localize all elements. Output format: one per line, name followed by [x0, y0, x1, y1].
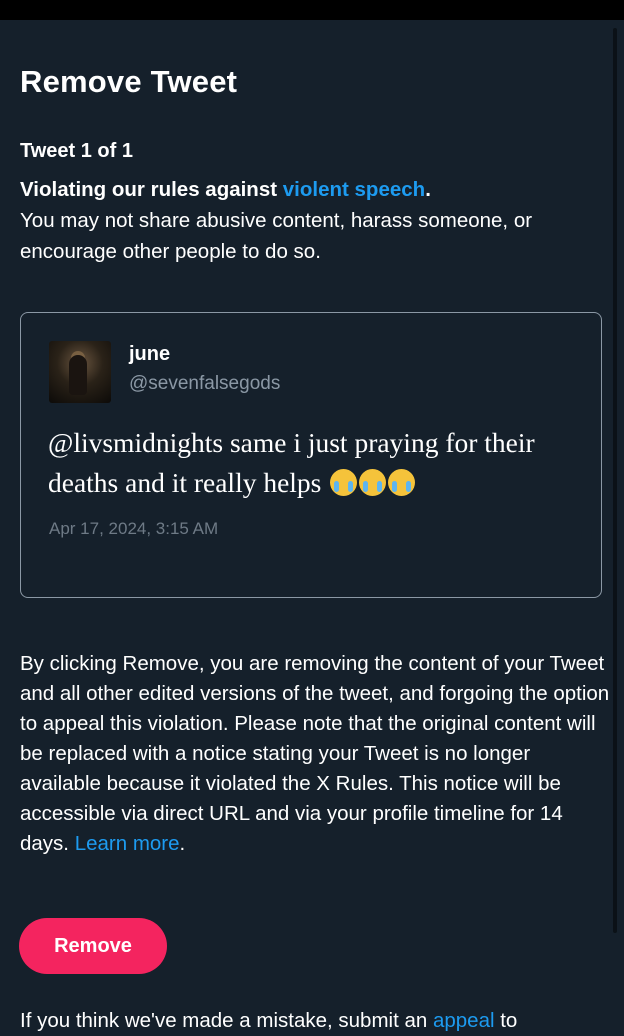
- learn-more-link[interactable]: Learn more: [75, 832, 180, 855]
- violation-suffix: .: [425, 178, 431, 201]
- violation-detail: You may not share abusive content, haras…: [20, 209, 533, 263]
- appeal-suffix: to: [494, 1009, 518, 1032]
- loudly-crying-face-icon: [359, 469, 387, 496]
- removal-disclaimer: By clicking Remove, you are removing the…: [20, 649, 610, 859]
- tweet-timestamp: Apr 17, 2024, 3:15 AM: [49, 519, 219, 538]
- tweet-text: @livsmidnights same i just praying for t…: [48, 423, 593, 503]
- appeal-link[interactable]: appeal: [433, 1009, 495, 1032]
- appeal-notice: If you think we've made a mistake, submi…: [20, 1006, 610, 1036]
- tweet-author-handle: @sevenfalsegods: [129, 373, 281, 394]
- appeal-prefix: If you think we've made a mistake, submi…: [20, 1009, 433, 1032]
- avatar: [49, 341, 111, 403]
- tweet-text-body: @livsmidnights same i just praying for t…: [48, 427, 535, 498]
- tweet-author-name: june: [129, 343, 171, 365]
- scrollbar[interactable]: [613, 28, 617, 933]
- violation-notice: Violating our rules against violent spee…: [20, 174, 610, 267]
- remove-button[interactable]: Remove: [19, 918, 167, 974]
- violation-prefix: Violating our rules against: [20, 178, 283, 201]
- tweet-count: Tweet 1 of 1: [20, 140, 133, 162]
- tweet-card: june @sevenfalsegods @livsmidnights same…: [20, 312, 602, 598]
- status-bar: [0, 0, 624, 20]
- violent-speech-link[interactable]: violent speech: [283, 178, 425, 201]
- loudly-crying-face-icon: [330, 469, 358, 496]
- disclaimer-text: By clicking Remove, you are removing the…: [20, 652, 610, 855]
- learn-more-suffix: .: [179, 832, 186, 855]
- loudly-crying-face-icon: [388, 469, 416, 496]
- page-title: Remove Tweet: [20, 64, 238, 99]
